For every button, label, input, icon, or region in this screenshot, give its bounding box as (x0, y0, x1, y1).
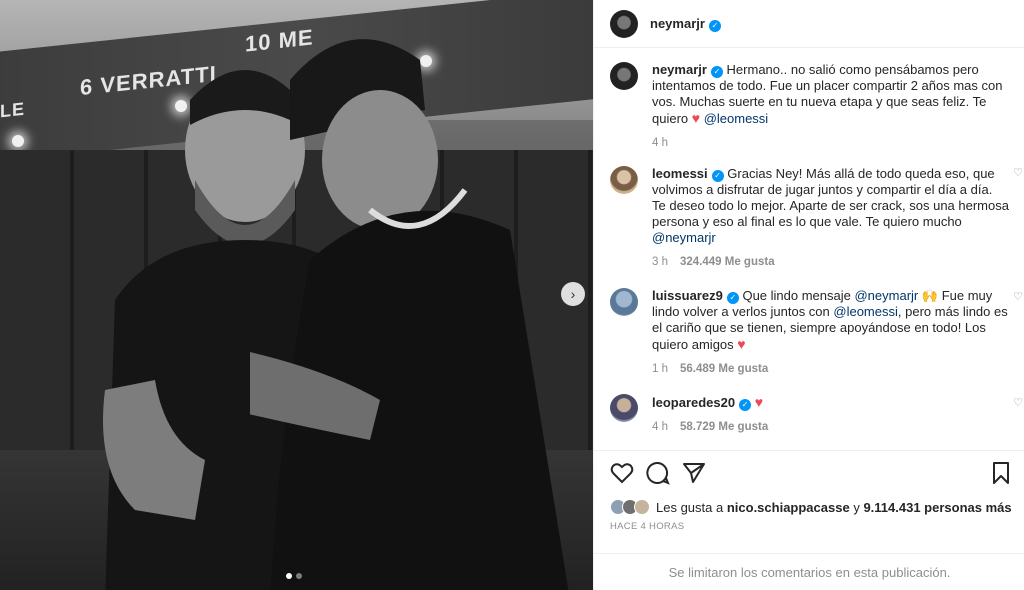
mention-link[interactable]: @neymarjr (854, 288, 918, 303)
chevron-right-icon[interactable]: › (561, 282, 585, 306)
mention-link[interactable]: @leomessi (704, 111, 769, 126)
author-avatar[interactable] (610, 9, 638, 38)
liked-by-avatars (610, 499, 650, 515)
comments-list: neymarjr ✓ Hermano.. no salió como pensáb… (594, 58, 1024, 440)
post-time[interactable]: HACE 4 HORAS (610, 521, 1013, 532)
comment-time: 4 h (652, 137, 668, 149)
comment-username[interactable]: leomessi (652, 166, 708, 181)
comment-item: luissuarez9 ✓ Que lindo mensaje @neymarjr… (594, 284, 1024, 390)
heart-icon[interactable] (610, 461, 634, 485)
verified-icon: ✓ (739, 399, 752, 411)
red-heart-emoji: ♥ (737, 336, 746, 352)
liked-by-count[interactable]: 9.114.431 personas más (863, 500, 1011, 515)
comment-username[interactable]: leoparedes20 (652, 395, 735, 410)
banner-text-le: LE (0, 98, 26, 122)
verified-icon: ✓ (726, 292, 739, 304)
carousel-dots (286, 573, 302, 579)
avatar[interactable] (610, 394, 638, 422)
post-sidebar: neymarjr ✓ neymarjr ✓ Hermano.. no salió c… (593, 0, 1024, 590)
avatar[interactable] (610, 62, 638, 90)
post-photo: 6 VERRATTI 10 ME LE › (0, 0, 593, 590)
avatar[interactable] (610, 166, 638, 194)
mention-link[interactable]: @leomessi (833, 304, 898, 319)
ceiling-light (12, 135, 24, 147)
author-username[interactable]: neymarjr ✓ (650, 16, 721, 32)
comment-like-icon[interactable]: ♡ (1013, 396, 1023, 409)
comment-likes[interactable]: 58.729 Me gusta (680, 419, 768, 435)
caption: neymarjr ✓ Hermano.. no salió como pensáb… (594, 58, 1024, 160)
carousel-dot-active (286, 573, 292, 579)
comment-likes[interactable]: 324.449 Me gusta (680, 254, 775, 270)
comment-time: 1 h (652, 363, 668, 375)
verified-icon: ✓ (710, 66, 723, 78)
save-icon[interactable] (989, 461, 1013, 485)
comment-likes[interactable]: 56.489 Me gusta (680, 361, 768, 377)
action-bar (610, 461, 1013, 485)
verified-icon: ✓ (711, 170, 724, 182)
comment-item: leoparedes20 ✓ ♥ 4 h 58.729 Me gusta ♡ (594, 390, 1024, 440)
post-header: neymarjr ✓ (594, 0, 1024, 48)
share-icon[interactable] (682, 461, 706, 485)
comment-username[interactable]: neymarjr (652, 62, 707, 77)
liked-by-prefix: Les gusta a (656, 499, 724, 515)
avatar[interactable] (610, 288, 638, 316)
comment-like-icon[interactable]: ♡ (1013, 166, 1023, 179)
comment-time: 4 h (652, 421, 668, 433)
comment-text: Que lindo mensaje (742, 288, 851, 303)
comment-icon[interactable] (646, 461, 670, 485)
comment-item: leomessi ✓ Gracias Ney! Más allá de todo … (594, 160, 1024, 284)
hands-emoji: 🙌 (921, 288, 939, 303)
comment-time: 3 h (652, 256, 668, 268)
comments-disabled-notice: Se limitaron los comentarios en esta pub… (594, 553, 1024, 590)
red-heart-emoji: ♥ (691, 110, 701, 126)
red-heart-emoji: ♥ (754, 394, 764, 410)
photo-person-right (250, 39, 569, 590)
carousel-dot[interactable] (296, 573, 302, 579)
liked-by-middle: y (853, 499, 860, 515)
liked-by: Les gusta a nico.schiappacasse y 9.114.4… (610, 499, 1013, 515)
comment-username[interactable]: luissuarez9 (652, 288, 723, 303)
liked-by-user[interactable]: nico.schiappacasse (727, 500, 850, 515)
comment-like-icon[interactable]: ♡ (1013, 290, 1023, 303)
mention-link[interactable]: @neymarjr (652, 230, 716, 245)
verified-icon: ✓ (708, 19, 721, 32)
